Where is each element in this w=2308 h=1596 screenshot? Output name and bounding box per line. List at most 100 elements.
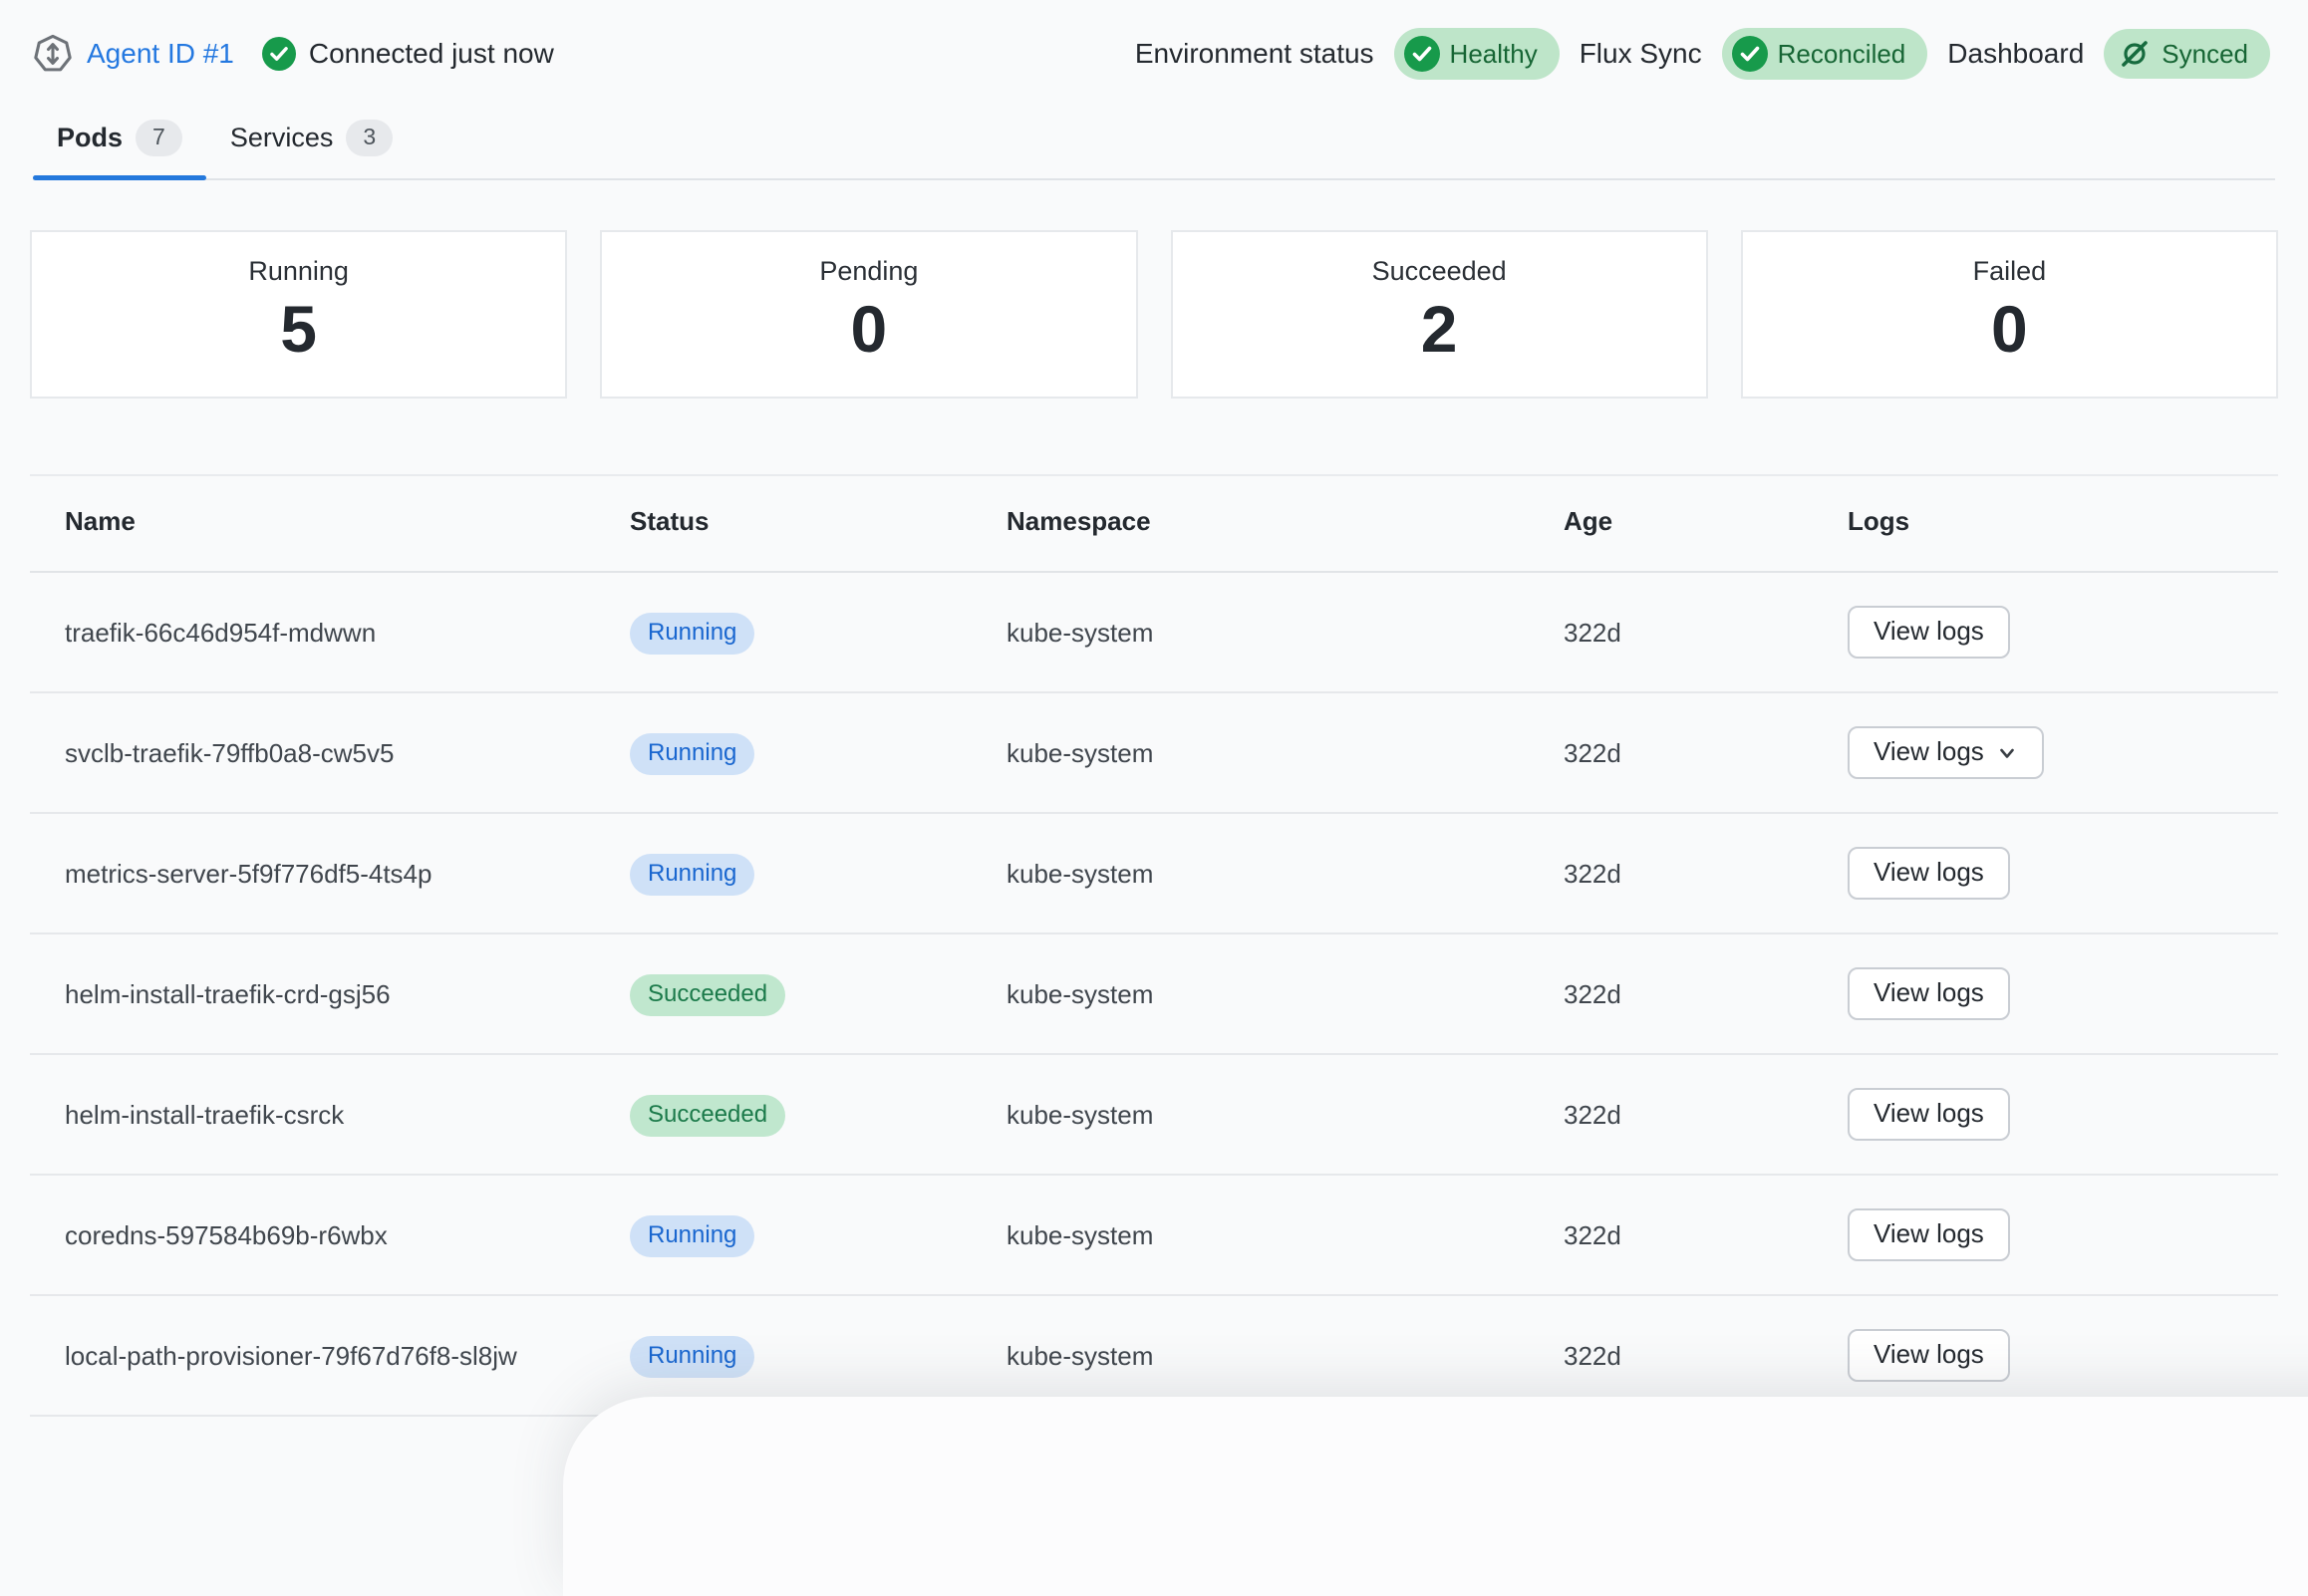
column-header-logs: Logs [1848, 506, 2278, 537]
view-logs-button[interactable]: View logs [1848, 847, 2010, 900]
column-header-age: Age [1564, 506, 1848, 537]
stat-card-succeeded: Succeeded 2 [1171, 230, 1708, 399]
stat-label: Succeeded [1183, 256, 1696, 287]
status-badge: Succeeded [630, 1095, 785, 1137]
pod-age: 322d [1564, 853, 1848, 895]
status-badge: Running [630, 1336, 754, 1378]
environment-status-badge: Healthy [1394, 28, 1560, 80]
pod-name: coredns-597584b69b-r6wbx [30, 1214, 630, 1256]
column-header-status: Status [630, 506, 1007, 537]
top-bar: Agent ID #1 Connected just now Environme… [0, 0, 2308, 80]
pod-age: 322d [1564, 973, 1848, 1015]
pod-name: helm-install-traefik-csrck [30, 1094, 630, 1136]
pod-age: 322d [1564, 1094, 1848, 1136]
pod-logs-cell: View logs [1848, 1088, 2278, 1141]
column-header-name: Name [30, 506, 630, 537]
chevron-down-icon [1996, 742, 2018, 764]
dashboard-sync-badge: Synced [2104, 29, 2270, 79]
status-badge: Succeeded [630, 974, 785, 1016]
pod-logs-cell: View logs [1848, 967, 2278, 1020]
tab-bar: Pods 7 Services 3 [33, 106, 2275, 180]
pod-logs-cell: View logs [1848, 606, 2278, 659]
pod-namespace: kube-system [1007, 1214, 1564, 1256]
agent-id-link[interactable]: Agent ID #1 [87, 38, 234, 70]
table-row: traefik-66c46d954f-mdwwn Running kube-sy… [30, 573, 2278, 693]
agent-status-group: Agent ID #1 Connected just now [33, 34, 554, 74]
pod-status-cell: Running [630, 851, 1007, 896]
pod-status-cell: Succeeded [630, 971, 1007, 1016]
services-count-badge: 3 [346, 120, 393, 156]
table-body: traefik-66c46d954f-mdwwn Running kube-sy… [30, 573, 2278, 1417]
check-circle-icon [1404, 36, 1440, 72]
status-badge: Running [630, 733, 754, 775]
stat-value: 0 [612, 291, 1125, 367]
pod-stats-cards: Running 5 Pending 0 Succeeded 2 Failed 0 [30, 230, 2278, 399]
tab-services-label: Services [230, 123, 334, 153]
pod-age: 322d [1564, 1335, 1848, 1377]
pod-namespace: kube-system [1007, 853, 1564, 895]
stat-label: Pending [612, 256, 1125, 287]
pods-table: Name Status Namespace Age Logs traefik-6… [30, 474, 2278, 1417]
pod-namespace: kube-system [1007, 973, 1564, 1015]
tab-pods-label: Pods [57, 123, 123, 153]
pod-status-cell: Running [630, 1212, 1007, 1257]
view-logs-button[interactable]: View logs [1848, 1088, 2010, 1141]
stat-value: 2 [1183, 291, 1696, 367]
agent-shield-icon [33, 34, 73, 74]
view-logs-button[interactable]: View logs [1848, 1329, 2010, 1382]
flux-sync-badge-text: Reconciled [1778, 39, 1906, 70]
stat-card-pending: Pending 0 [600, 230, 1137, 399]
status-badge: Running [630, 1215, 754, 1257]
pod-status-cell: Succeeded [630, 1092, 1007, 1137]
pod-status-cell: Running [630, 610, 1007, 655]
view-logs-button[interactable]: View logs [1848, 1208, 2010, 1261]
view-logs-button[interactable]: View logs [1848, 606, 2010, 659]
view-logs-label: View logs [1874, 1339, 1984, 1370]
sync-icon [2118, 37, 2152, 71]
stat-value: 5 [42, 291, 555, 367]
pod-status-cell: Running [630, 730, 1007, 775]
pod-age: 322d [1564, 1214, 1848, 1256]
environment-status-label: Environment status [1135, 38, 1374, 70]
view-logs-button[interactable]: View logs [1848, 726, 2044, 779]
table-row: helm-install-traefik-csrck Succeeded kub… [30, 1055, 2278, 1176]
pod-name: helm-install-traefik-crd-gsj56 [30, 973, 630, 1015]
flux-sync-badge: Reconciled [1722, 28, 1928, 80]
connection-status: Connected just now [262, 37, 554, 71]
tab-services[interactable]: Services 3 [206, 106, 417, 178]
column-header-namespace: Namespace [1007, 506, 1564, 537]
pod-logs-cell: View logs [1848, 1208, 2278, 1261]
tab-pods[interactable]: Pods 7 [33, 106, 206, 178]
view-logs-label: View logs [1874, 736, 1984, 767]
pod-logs-cell: View logs [1848, 847, 2278, 900]
status-badge: Running [630, 613, 754, 655]
stat-card-failed: Failed 0 [1741, 230, 2278, 399]
view-logs-label: View logs [1874, 977, 1984, 1008]
pod-namespace: kube-system [1007, 732, 1564, 774]
bottom-sheet-edge [563, 1397, 2308, 1596]
pod-age: 322d [1564, 612, 1848, 654]
table-row: metrics-server-5f9f776df5-4ts4p Running … [30, 814, 2278, 934]
pod-name: traefik-66c46d954f-mdwwn [30, 612, 630, 654]
dashboard-sync-badge-text: Synced [2162, 39, 2248, 70]
dashboard-label: Dashboard [1947, 38, 2084, 70]
environment-badges-group: Environment status Healthy Flux Sync [1135, 28, 2270, 80]
view-logs-label: View logs [1874, 616, 1984, 647]
table-row: helm-install-traefik-crd-gsj56 Succeeded… [30, 934, 2278, 1055]
pods-dashboard: Agent ID #1 Connected just now Environme… [0, 0, 2308, 1441]
pod-name: local-path-provisioner-79f67d76f8-sl8jw [30, 1335, 630, 1377]
pod-logs-cell: View logs [1848, 1329, 2278, 1382]
pod-status-cell: Running [630, 1333, 1007, 1378]
view-logs-button[interactable]: View logs [1848, 967, 2010, 1020]
pod-namespace: kube-system [1007, 1335, 1564, 1377]
view-logs-label: View logs [1874, 1098, 1984, 1129]
table-row: svclb-traefik-79ffb0a8-cw5v5 Running kub… [30, 693, 2278, 814]
pod-logs-cell: View logs [1848, 726, 2278, 779]
connected-check-icon [262, 37, 296, 71]
pod-name: svclb-traefik-79ffb0a8-cw5v5 [30, 732, 630, 774]
status-badge: Running [630, 854, 754, 896]
pod-age: 322d [1564, 732, 1848, 774]
environment-status-badge-text: Healthy [1450, 39, 1538, 70]
pod-namespace: kube-system [1007, 1094, 1564, 1136]
stat-label: Failed [1753, 256, 2266, 287]
